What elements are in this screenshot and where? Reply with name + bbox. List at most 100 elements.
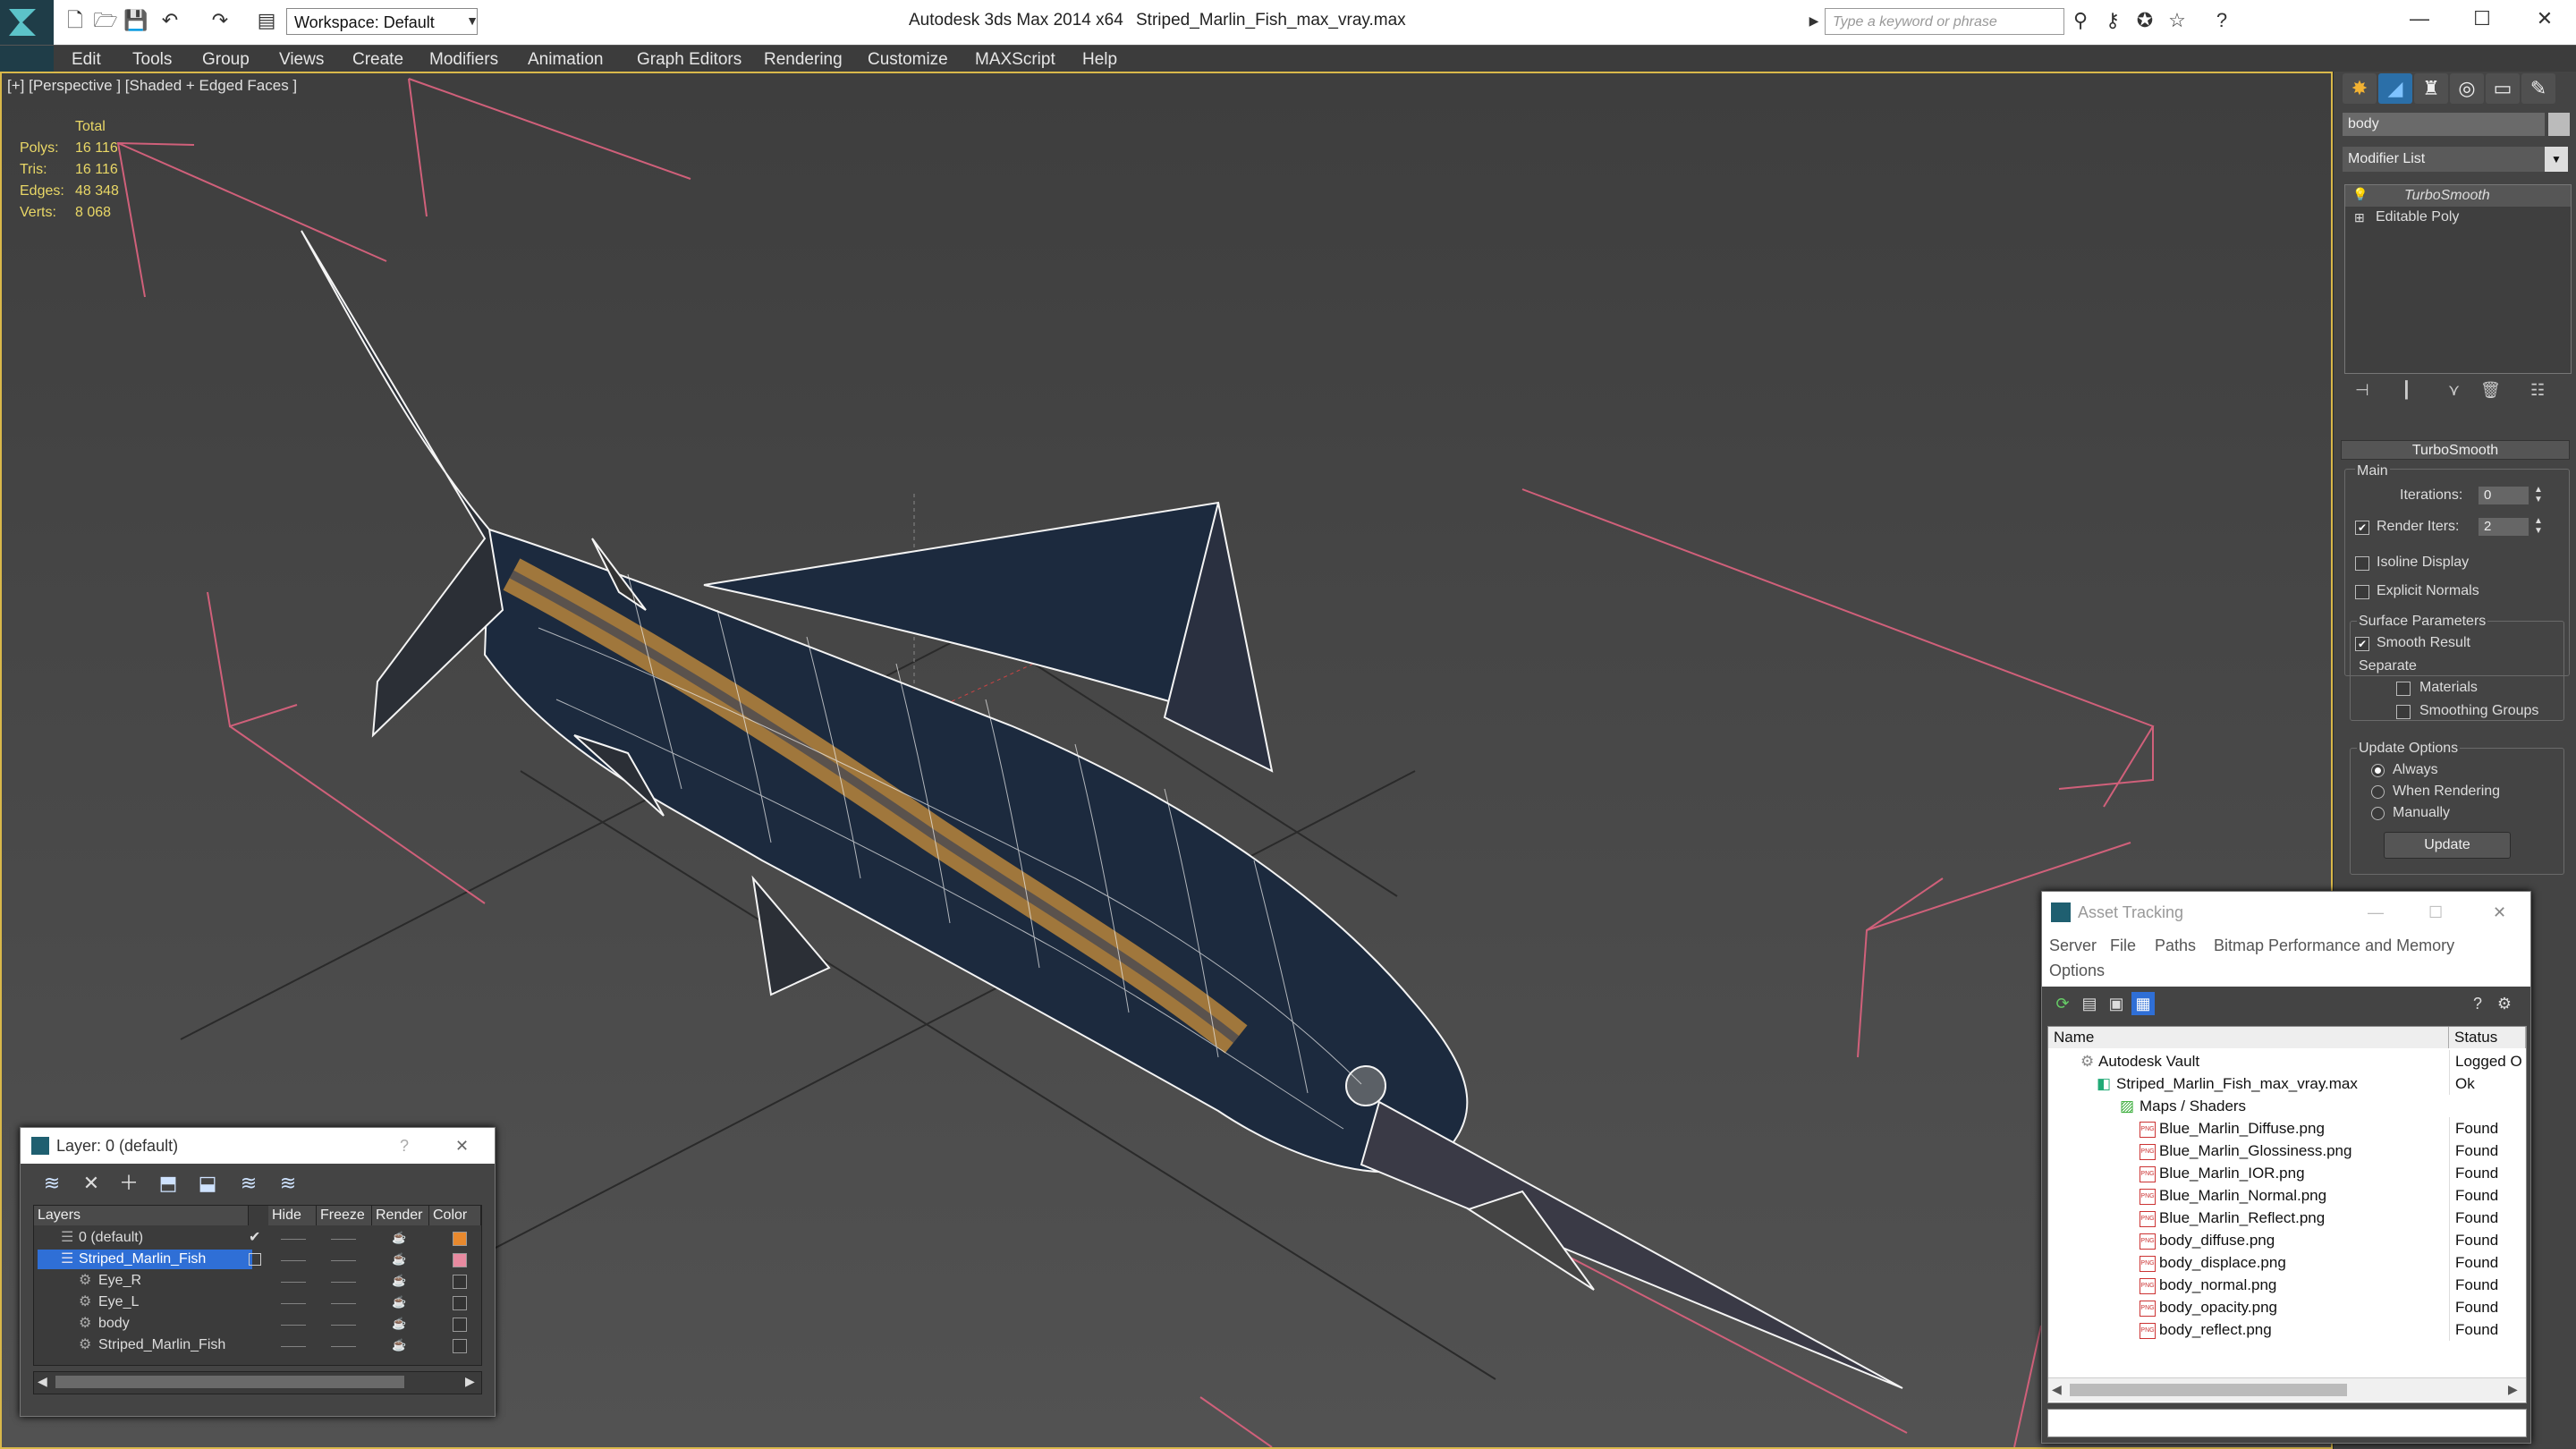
- minimize-button[interactable]: —: [2388, 0, 2451, 38]
- render-teapot-icon[interactable]: ☕: [392, 1270, 406, 1292]
- layer-row[interactable]: ⚙ Eye_R —— —— ☕: [34, 1270, 481, 1292]
- show-end-result-icon[interactable]: ┃: [2402, 381, 2411, 400]
- iterations-spinner[interactable]: 0: [2479, 487, 2529, 504]
- layers-icon[interactable]: ≋: [38, 1171, 65, 1196]
- render-teapot-icon[interactable]: ☕: [392, 1249, 406, 1270]
- menu-group[interactable]: Group: [202, 50, 250, 70]
- layer-color-swatch[interactable]: [453, 1339, 467, 1353]
- select-objects-icon[interactable]: ⬒: [155, 1171, 182, 1196]
- hide-toggle[interactable]: ——: [281, 1249, 306, 1270]
- freeze-toggle[interactable]: ——: [331, 1292, 356, 1313]
- hide-toggle[interactable]: ——: [281, 1292, 306, 1313]
- menu-rendering[interactable]: Rendering: [764, 50, 843, 70]
- search-expand-icon[interactable]: ▶: [1801, 7, 1826, 34]
- scroll-left-icon[interactable]: ◀: [38, 1374, 47, 1389]
- scroll-right-icon[interactable]: ▶: [465, 1374, 475, 1389]
- stack-item-turbosmooth[interactable]: 💡 TurboSmooth: [2345, 185, 2571, 207]
- scroll-left-icon[interactable]: ◀: [2052, 1382, 2062, 1397]
- redo-icon[interactable]: ↷: [208, 7, 233, 34]
- layer-row[interactable]: ⚙ body —— —— ☕: [34, 1313, 481, 1335]
- render-teapot-icon[interactable]: ☕: [392, 1313, 406, 1335]
- delete-layer-icon[interactable]: ✕: [78, 1171, 105, 1196]
- layer-color-swatch[interactable]: [453, 1318, 467, 1332]
- scroll-right-icon[interactable]: ▶: [2508, 1382, 2518, 1397]
- pin-stack-icon[interactable]: ⊣: [2355, 381, 2369, 400]
- layer-color-swatch[interactable]: [453, 1253, 467, 1267]
- close-button[interactable]: ✕: [2513, 0, 2576, 38]
- communication-center-icon[interactable]: ✪: [2132, 7, 2157, 34]
- col-hide[interactable]: Hide: [268, 1206, 317, 1225]
- menu-maxscript[interactable]: MAXScript: [975, 50, 1055, 70]
- close-button[interactable]: ✕: [455, 1128, 469, 1164]
- expand-icon[interactable]: ⊞: [2354, 210, 2365, 225]
- undo-icon[interactable]: ↶: [157, 7, 182, 34]
- asset-row[interactable]: PNG body_displace.png Found: [2048, 1251, 2526, 1274]
- display-tab-icon[interactable]: ▭: [2486, 73, 2520, 104]
- asset-path-field[interactable]: [2047, 1409, 2527, 1437]
- lightbulb-icon[interactable]: 💡: [2352, 187, 2368, 202]
- add-layer-icon[interactable]: ＋: [115, 1171, 142, 1196]
- render-iters-spinner[interactable]: 2: [2479, 518, 2529, 536]
- menu-modifiers[interactable]: Modifiers: [429, 50, 498, 70]
- help-icon[interactable]: ?: [2209, 7, 2234, 34]
- set-current-box[interactable]: [249, 1253, 261, 1266]
- freeze-toggle[interactable]: ——: [331, 1249, 356, 1270]
- asset-row[interactable]: PNG body_reflect.png Found: [2048, 1318, 2526, 1341]
- update-button[interactable]: Update: [2384, 832, 2511, 859]
- asset-row[interactable]: PNG body_opacity.png Found: [2048, 1296, 2526, 1318]
- project-folder-icon[interactable]: ▤: [254, 7, 279, 34]
- refresh-icon[interactable]: ⟳: [2051, 992, 2074, 1015]
- col-render[interactable]: Render: [372, 1206, 429, 1225]
- smooth-result-checkbox[interactable]: ✔: [2355, 637, 2369, 651]
- asset-row[interactable]: PNG Blue_Marlin_Diffuse.png Found: [2048, 1117, 2526, 1140]
- asset-row[interactable]: PNG body_diffuse.png Found: [2048, 1229, 2526, 1251]
- list-view-icon[interactable]: ▤: [2078, 992, 2101, 1015]
- layer-row[interactable]: ⚙ Eye_L —— —— ☕: [34, 1292, 481, 1313]
- settings-icon[interactable]: ⚙: [2493, 992, 2516, 1015]
- maximize-button[interactable]: ☐: [2451, 0, 2513, 38]
- asset-dialog-header[interactable]: Asset Tracking — ☐ ✕: [2042, 892, 2530, 933]
- help-icon[interactable]: ?: [2466, 992, 2489, 1015]
- close-button[interactable]: ✕: [2493, 892, 2506, 933]
- configure-modifier-sets-icon[interactable]: ☷: [2530, 381, 2545, 400]
- favorites-star-icon[interactable]: ☆: [2165, 7, 2190, 34]
- hierarchy-tab-icon[interactable]: ♜: [2414, 73, 2448, 104]
- freeze-toggle[interactable]: ——: [331, 1335, 356, 1356]
- asset-row[interactable]: ▨ Maps / Shaders: [2048, 1095, 2526, 1117]
- layer-dialog-header[interactable]: Layer: 0 (default) ? ✕: [21, 1128, 495, 1164]
- key-icon[interactable]: ⚷: [2100, 7, 2125, 34]
- layer-color-swatch[interactable]: [453, 1232, 467, 1246]
- object-name-field[interactable]: body: [2343, 113, 2545, 136]
- smoothing-groups-checkbox[interactable]: [2396, 705, 2411, 719]
- motion-tab-icon[interactable]: ◎: [2450, 73, 2484, 104]
- remove-modifier-icon[interactable]: 🗑: [2480, 381, 2501, 400]
- hide-toggle[interactable]: ——: [281, 1227, 306, 1249]
- thumbnail-view-icon[interactable]: ▣: [2105, 992, 2128, 1015]
- hide-toggle[interactable]: ——: [281, 1335, 306, 1356]
- asset-row[interactable]: ⚙ Autodesk Vault Logged O: [2048, 1050, 2526, 1072]
- object-color-swatch[interactable]: [2548, 113, 2570, 136]
- render-iters-checkbox[interactable]: ✔: [2355, 521, 2369, 535]
- create-tab-icon[interactable]: ✸: [2343, 73, 2377, 104]
- isoline-display-checkbox[interactable]: [2355, 556, 2369, 571]
- table-view-icon[interactable]: ▦: [2131, 992, 2155, 1015]
- help-button[interactable]: ?: [400, 1128, 409, 1164]
- menu-help[interactable]: Help: [1082, 50, 1117, 70]
- active-checkmark-icon[interactable]: ✔: [249, 1227, 260, 1249]
- menu-server[interactable]: Server: [2049, 936, 2097, 955]
- manually-radio[interactable]: [2371, 807, 2385, 820]
- hide-toggle[interactable]: ——: [281, 1313, 306, 1335]
- when-rendering-radio[interactable]: [2371, 785, 2385, 799]
- hide-toggle[interactable]: ——: [281, 1270, 306, 1292]
- menu-options[interactable]: Options: [2049, 962, 2105, 980]
- freeze-toggle[interactable]: ——: [331, 1313, 356, 1335]
- freeze-toggle[interactable]: ——: [331, 1270, 356, 1292]
- spinner-arrows-icon[interactable]: ▲ ▼: [2534, 516, 2543, 536]
- menu-paths[interactable]: Paths: [2155, 936, 2196, 955]
- col-layers[interactable]: Layers: [34, 1206, 249, 1225]
- layer-color-swatch[interactable]: [453, 1296, 467, 1310]
- render-teapot-icon[interactable]: ☕: [392, 1335, 406, 1356]
- scroll-thumb[interactable]: [55, 1376, 404, 1388]
- menu-animation[interactable]: Animation: [528, 50, 604, 70]
- stack-item-editable-poly[interactable]: ⊞ Editable Poly: [2345, 207, 2571, 228]
